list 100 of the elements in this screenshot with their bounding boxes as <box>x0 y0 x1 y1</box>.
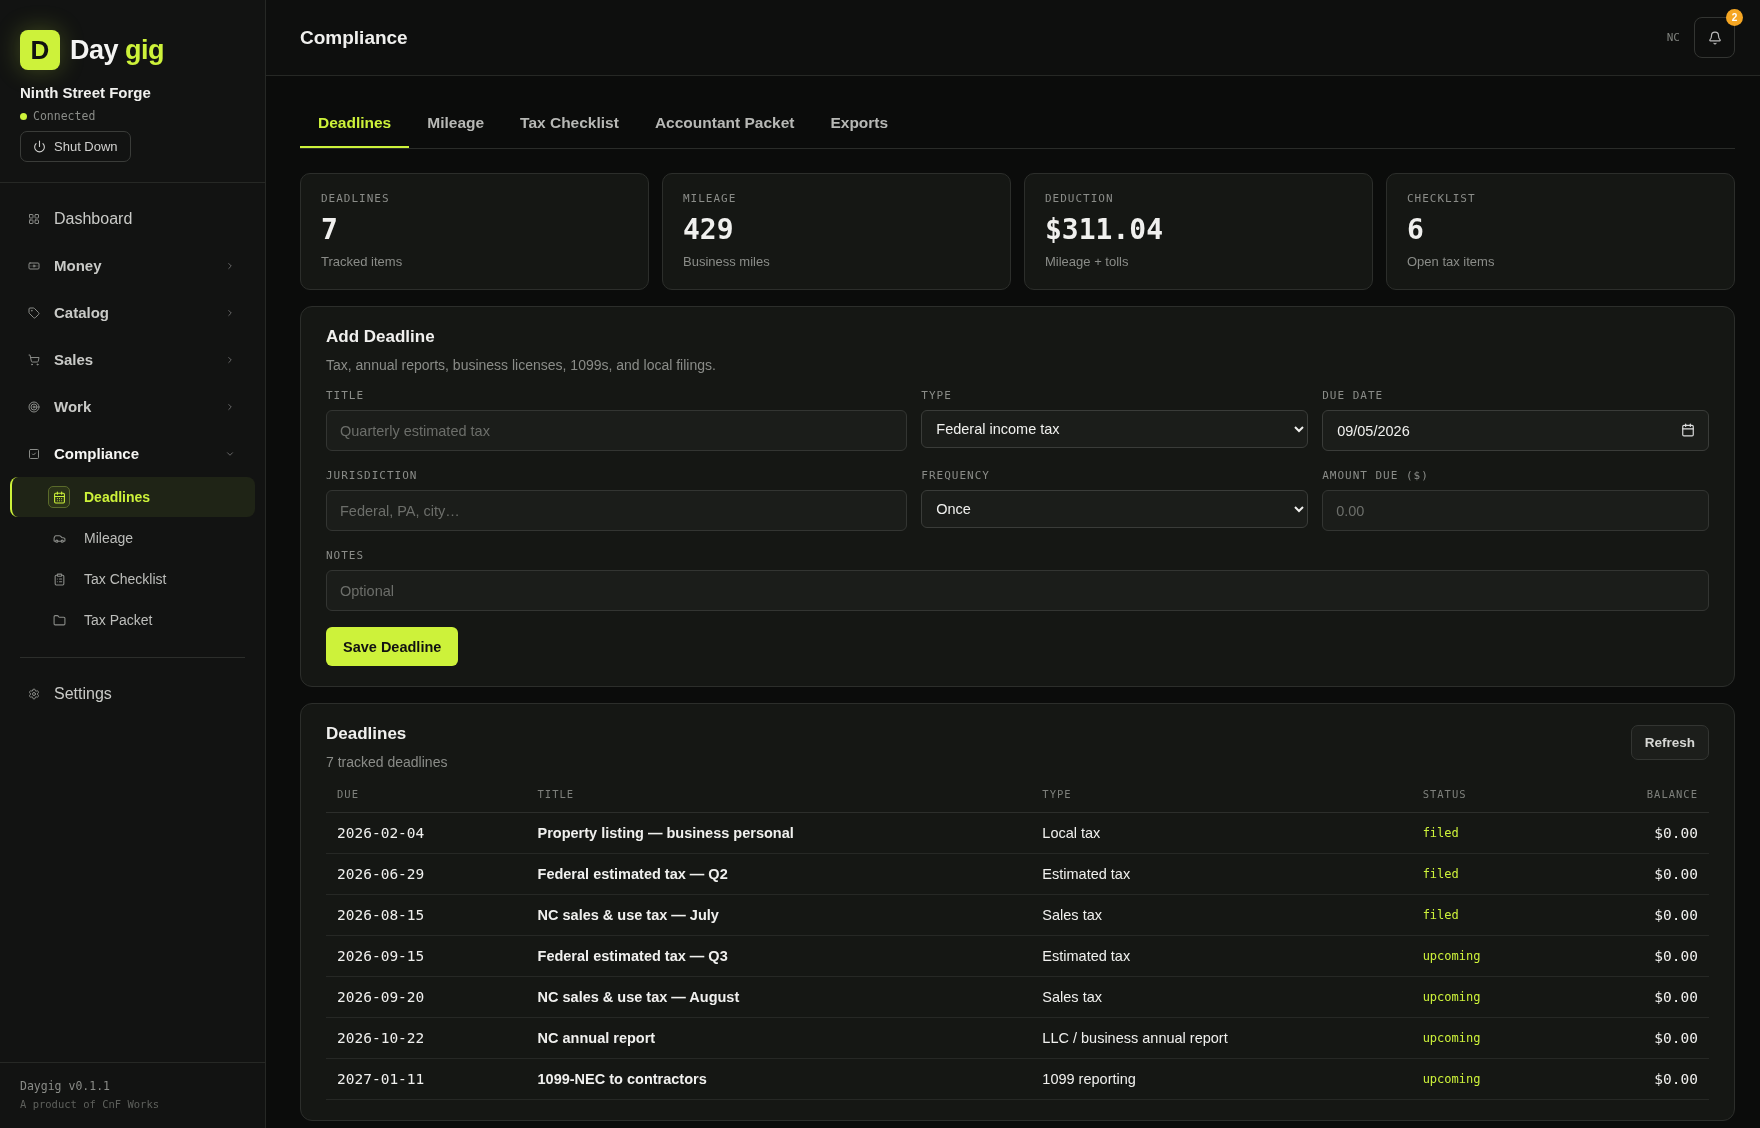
table-cell: 2026-10-22 <box>326 1017 527 1059</box>
shutdown-button[interactable]: Shut Down <box>20 131 131 162</box>
stat-value: 429 <box>683 213 735 246</box>
tag-icon <box>28 306 40 319</box>
stat-label: DEDUCTION <box>1045 192 1115 205</box>
stat-caption: Tracked items <box>321 254 404 269</box>
select-field[interactable]: Federal income tax <box>921 410 1309 448</box>
version-text: Daygig v0.1.1 <box>20 1079 111 1093</box>
table-cell: 2026-09-15 <box>326 935 527 977</box>
field-label: FREQUENCY <box>921 469 991 482</box>
tab[interactable]: Accountant Packet <box>636 102 813 148</box>
calendar-icon <box>52 490 66 504</box>
card-title: Add Deadline <box>326 327 436 347</box>
stat-label: DEADLINES <box>321 192 391 205</box>
user-initials: NC <box>1666 31 1680 44</box>
table-cell: NC sales & use tax — August <box>526 976 1032 1018</box>
tab[interactable]: Tax Checklist <box>502 102 637 148</box>
stat-label: MILEAGE <box>683 192 738 205</box>
nav-item[interactable]: Compliance <box>10 430 255 477</box>
logo-text: Day gig <box>70 34 165 66</box>
stat-value: 6 <box>1407 213 1425 246</box>
field-label: NOTES <box>326 549 366 562</box>
date-field[interactable]: 09/05/2026 <box>1322 410 1709 451</box>
table-cell: Sales tax <box>1031 894 1412 936</box>
business-name: Ninth Street Forge <box>20 84 152 101</box>
column-header: DUE <box>326 780 527 813</box>
table-cell: $0.00 <box>1577 1058 1709 1100</box>
table-cell: Estimated tax <box>1031 935 1412 977</box>
nav-item[interactable]: Catalog <box>10 289 255 336</box>
field-label: JURISDICTION <box>326 469 419 482</box>
nav-item[interactable]: Work <box>10 383 255 430</box>
card-title: Deadlines <box>326 724 408 744</box>
column-header: BALANCE <box>1577 780 1709 813</box>
settings-icon <box>28 687 40 700</box>
field-label: DUE DATE <box>1322 389 1385 402</box>
nav-subitem[interactable]: Tax Checklist <box>10 559 255 599</box>
calendar-icon <box>1681 423 1695 437</box>
tab[interactable]: Mileage <box>409 102 503 148</box>
nav-item[interactable]: Settings <box>10 670 255 717</box>
refresh-button[interactable]: Refresh <box>1630 725 1709 760</box>
notification-badge: 2 <box>1726 9 1743 26</box>
table-cell: upcoming <box>1411 976 1578 1018</box>
page-title: Compliance <box>300 26 408 49</box>
table-cell: $0.00 <box>1577 935 1709 977</box>
tab[interactable]: Deadlines <box>300 102 410 148</box>
grid-icon <box>28 212 40 225</box>
table-cell: LLC / business annual report <box>1031 1017 1412 1059</box>
card-subtitle: 7 tracked deadlines <box>326 754 448 770</box>
select-field[interactable]: Once <box>921 490 1309 528</box>
power-icon <box>33 140 46 153</box>
table-cell: 2027-01-11 <box>326 1058 527 1100</box>
nav-subitem[interactable]: Mileage <box>10 518 255 558</box>
table-cell: Sales tax <box>1031 976 1412 1018</box>
card-subtitle: Tax, annual reports, business licenses, 1099s, and local filings. <box>326 357 717 373</box>
status-text: Connected <box>33 109 96 123</box>
stat-caption: Open tax items <box>1407 254 1496 269</box>
table-cell: $0.00 <box>1577 976 1709 1018</box>
stat-caption: Business miles <box>683 254 771 269</box>
nav-subitem[interactable]: Tax Packet <box>10 600 255 640</box>
chevron-right-icon <box>225 401 235 412</box>
input-field[interactable]: 0.00 <box>1322 490 1709 531</box>
table-cell: filed <box>1411 853 1578 895</box>
table-cell: upcoming <box>1411 1017 1578 1059</box>
stat-value: $311.04 <box>1045 213 1164 246</box>
table-cell: Federal estimated tax — Q2 <box>526 853 1032 895</box>
table-cell: 2026-06-29 <box>326 853 527 895</box>
stat-value: 7 <box>321 213 339 246</box>
target-icon <box>28 400 40 413</box>
table-cell: filed <box>1411 894 1578 936</box>
clipboard-icon <box>52 572 66 586</box>
table-cell: NC sales & use tax — July <box>526 894 1032 936</box>
banknote-icon <box>28 259 40 272</box>
cart-icon <box>28 353 40 366</box>
table-cell: Estimated tax <box>1031 853 1412 895</box>
column-header: STATUS <box>1411 780 1578 813</box>
table-cell: 1099 reporting <box>1031 1058 1412 1100</box>
nav-item[interactable]: Sales <box>10 336 255 383</box>
column-header: TITLE <box>526 780 1032 813</box>
bell-icon <box>1707 30 1722 45</box>
table-cell: upcoming <box>1411 1058 1578 1100</box>
field-label: AMOUNT DUE ($) <box>1322 469 1430 482</box>
nav-subitem[interactable]: Deadlines <box>10 477 255 517</box>
save-button[interactable]: Save Deadline <box>326 627 459 666</box>
logo-mark: D <box>20 30 60 70</box>
table-cell: $0.00 <box>1577 853 1709 895</box>
table-cell: 2026-08-15 <box>326 894 527 936</box>
stat-label: CHECKLIST <box>1407 192 1477 205</box>
chevron-right-icon <box>225 307 235 318</box>
input-field[interactable]: Quarterly estimated tax <box>326 410 908 451</box>
nav-item[interactable]: Money <box>10 242 255 289</box>
checkbox-icon <box>28 447 40 460</box>
input-field[interactable]: Optional <box>326 570 1709 611</box>
table-cell: upcoming <box>1411 935 1578 977</box>
table-cell: NC annual report <box>526 1017 1032 1059</box>
table-cell: $0.00 <box>1577 812 1709 854</box>
tab[interactable]: Exports <box>812 102 907 148</box>
table-cell: Property listing — business personal <box>526 812 1032 854</box>
input-field[interactable]: Federal, PA, city… <box>326 490 908 531</box>
table-cell: filed <box>1411 812 1578 854</box>
nav-item[interactable]: Dashboard <box>10 195 255 242</box>
